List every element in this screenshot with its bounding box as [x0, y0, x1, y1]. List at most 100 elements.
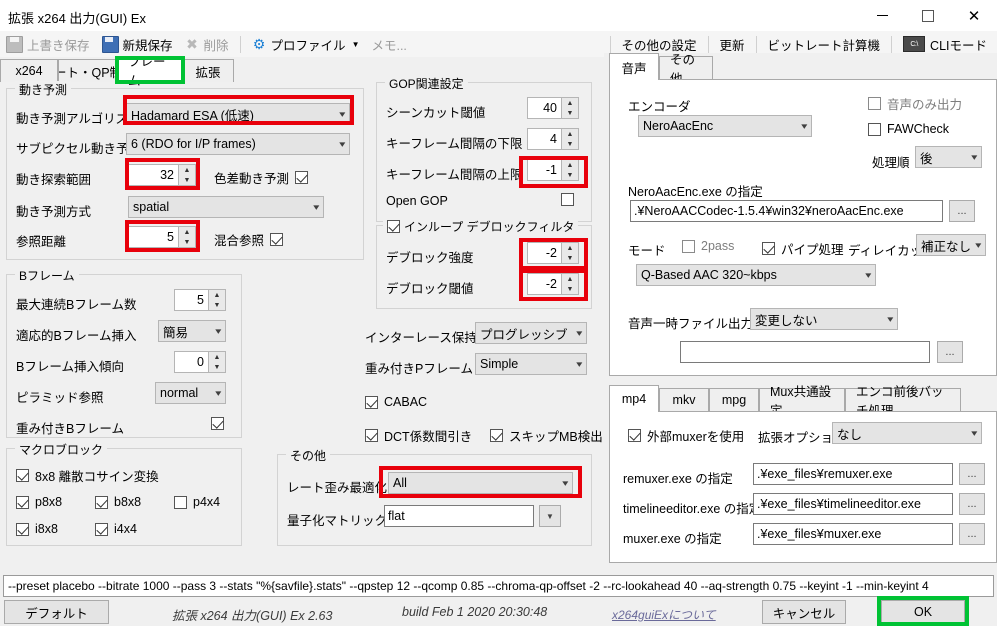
minimize-button[interactable]: [859, 0, 905, 31]
command-line-preview[interactable]: --preset placebo --bitrate 1000 --pass 3…: [3, 575, 994, 597]
max-bframes-stepper[interactable]: 5 ▲ ▼: [174, 289, 226, 311]
maximize-button[interactable]: [905, 0, 951, 31]
tab-frame[interactable]: フレーム: [118, 55, 182, 88]
weighted-pframe-select[interactable]: Simple ▾: [475, 353, 587, 375]
stepper-buttons[interactable]: ▲ ▼: [561, 129, 578, 149]
twopass-checkbox[interactable]: 2pass: [682, 239, 734, 253]
deblock-enable-checkbox[interactable]: [387, 220, 400, 233]
deblock-group-label-wrap[interactable]: インループ デブロックフィルタ: [383, 218, 579, 235]
stepper-up-icon[interactable]: ▲: [562, 98, 578, 108]
stepper-down-icon[interactable]: ▼: [562, 139, 578, 149]
deblock-strength-stepper[interactable]: -2 ▲ ▼: [527, 242, 579, 264]
temp-output-browse-button[interactable]: ...: [937, 341, 963, 363]
stepper-down-icon[interactable]: ▼: [562, 253, 578, 263]
open-gop-checkbox[interactable]: [561, 193, 574, 206]
encoder-exe-browse-button[interactable]: ...: [949, 200, 975, 222]
tab-mux-common[interactable]: Mux共通設定: [759, 385, 845, 418]
stepper-up-icon[interactable]: ▲: [562, 160, 578, 170]
timelineeditor-input[interactable]: .¥exe_files¥timelineeditor.exe: [753, 493, 953, 515]
cqm-dropdown-button[interactable]: ▼: [539, 505, 561, 527]
scenecut-stepper[interactable]: 40 ▲ ▼: [527, 97, 579, 119]
encoder-exe-input[interactable]: .¥NeroAACCodec-1.5.4¥win32¥neroAacEnc.ex…: [630, 200, 943, 222]
audio-bitrate-select[interactable]: Q-Based AAC 320~kbps ▾: [636, 264, 876, 286]
use-external-muxer-checkbox[interactable]: 外部muxerを使用: [628, 426, 744, 445]
encoder-select[interactable]: NeroAacEnc ▾: [638, 115, 812, 137]
stepper-up-icon[interactable]: ▲: [562, 129, 578, 139]
i8x8-checkbox[interactable]: i8x8: [16, 522, 58, 536]
stepper-down-icon[interactable]: ▼: [209, 362, 225, 372]
profile-button[interactable]: ⚙ プロファイル ▼: [246, 31, 366, 57]
tab-x264[interactable]: x264: [0, 59, 58, 82]
p8x8-checkbox[interactable]: p8x8: [16, 495, 62, 509]
process-order-select[interactable]: 後 ▾: [915, 146, 982, 168]
deblock-threshold-stepper[interactable]: -2 ▲ ▼: [527, 273, 579, 295]
stepper-up-icon[interactable]: ▲: [562, 274, 578, 284]
cqm-input[interactable]: flat: [384, 505, 534, 527]
close-icon[interactable]: ✕: [951, 0, 997, 31]
stepper-buttons[interactable]: ▲ ▼: [561, 160, 578, 180]
p4x4-checkbox[interactable]: p4x4: [174, 495, 220, 509]
tab-mp4[interactable]: mp4: [609, 385, 659, 412]
remuxer-input[interactable]: .¥exe_files¥remuxer.exe: [753, 463, 953, 485]
stepper-up-icon[interactable]: ▲: [179, 227, 195, 237]
b8x8-checkbox[interactable]: b8x8: [95, 495, 141, 509]
stepper-up-icon[interactable]: ▲: [209, 352, 225, 362]
dct-decimate-checkbox[interactable]: DCT係数間引き: [365, 426, 472, 445]
stepper-up-icon[interactable]: ▲: [209, 290, 225, 300]
stepper-up-icon[interactable]: ▲: [562, 243, 578, 253]
interlace-select[interactable]: プログレッシブ ▾: [475, 322, 587, 344]
cancel-button[interactable]: キャンセル: [762, 600, 846, 624]
overwrite-save-button[interactable]: 上書き保存: [0, 31, 96, 57]
stepper-buttons[interactable]: ▲ ▼: [208, 352, 225, 372]
memo-button[interactable]: メモ...: [365, 31, 412, 57]
stepper-buttons[interactable]: ▲ ▼: [561, 98, 578, 118]
me-range-stepper[interactable]: 32 ▲ ▼: [128, 164, 196, 186]
tab-mkv[interactable]: mkv: [659, 388, 709, 411]
timelineeditor-browse-button[interactable]: ...: [959, 493, 985, 515]
cabac-checkbox[interactable]: CABAC: [365, 395, 427, 409]
dct8x8-checkbox[interactable]: 8x8 離散コサイン変換: [16, 466, 159, 485]
stepper-buttons[interactable]: ▲ ▼: [208, 290, 225, 310]
stepper-down-icon[interactable]: ▼: [209, 300, 225, 310]
bframe-bias-stepper[interactable]: 0 ▲ ▼: [174, 351, 226, 373]
stepper-buttons[interactable]: ▲ ▼: [178, 165, 195, 185]
max-keyint-stepper[interactable]: -1 ▲ ▼: [527, 159, 579, 181]
temp-output-path-input[interactable]: [680, 341, 930, 363]
stepper-down-icon[interactable]: ▼: [562, 108, 578, 118]
tab-extended[interactable]: 拡張: [182, 59, 234, 82]
stepper-down-icon[interactable]: ▼: [179, 237, 195, 247]
audio-only-checkbox[interactable]: 音声のみ出力: [868, 94, 962, 113]
ok-button[interactable]: OK: [881, 600, 965, 624]
tab-mpg[interactable]: mpg: [709, 388, 759, 411]
ext-option-select[interactable]: なし ▾: [832, 422, 982, 444]
tab-rate-qp-control[interactable]: レート・QP制御: [58, 59, 118, 82]
chroma-me-checkbox[interactable]: 色差動き予測: [214, 168, 309, 187]
default-button[interactable]: デフォルト: [4, 600, 109, 624]
me-algorithm-select[interactable]: Hadamard ESA (低速) ▾: [126, 103, 350, 125]
pipe-checkbox[interactable]: パイプ処理: [762, 239, 844, 258]
skip-mb-checkbox[interactable]: スキップMB検出: [490, 426, 603, 445]
muxer-browse-button[interactable]: ...: [959, 523, 985, 545]
mixed-ref-checkbox[interactable]: 混合参照: [214, 230, 284, 249]
tab-audio[interactable]: 音声: [609, 53, 659, 80]
fawcheck-checkbox[interactable]: FAWCheck: [868, 122, 949, 136]
stepper-down-icon[interactable]: ▼: [562, 284, 578, 294]
i4x4-checkbox[interactable]: i4x4: [95, 522, 137, 536]
ref-distance-stepper[interactable]: 5 ▲ ▼: [128, 226, 196, 248]
stepper-down-icon[interactable]: ▼: [562, 170, 578, 180]
remuxer-browse-button[interactable]: ...: [959, 463, 985, 485]
stepper-buttons[interactable]: ▲ ▼: [561, 274, 578, 294]
pyramid-ref-select[interactable]: normal ▾: [155, 382, 226, 404]
temp-output-select[interactable]: 変更しない ▾: [750, 308, 898, 330]
me-method-select[interactable]: spatial ▾: [128, 196, 324, 218]
delete-button[interactable]: ✖ 削除: [179, 31, 235, 57]
stepper-buttons[interactable]: ▲ ▼: [178, 227, 195, 247]
min-keyint-stepper[interactable]: 4 ▲ ▼: [527, 128, 579, 150]
stepper-down-icon[interactable]: ▼: [179, 175, 195, 185]
tab-batch-process[interactable]: エンコ前後バッチ処理: [845, 385, 961, 418]
stepper-up-icon[interactable]: ▲: [179, 165, 195, 175]
adaptive-bframe-select[interactable]: 簡易 ▾: [158, 320, 226, 342]
delaycut-select[interactable]: 補正なし ▾: [916, 234, 986, 256]
subpixel-me-select[interactable]: 6 (RDO for I/P frames) ▾: [126, 133, 350, 155]
trellis-select[interactable]: All ▾: [388, 472, 573, 494]
